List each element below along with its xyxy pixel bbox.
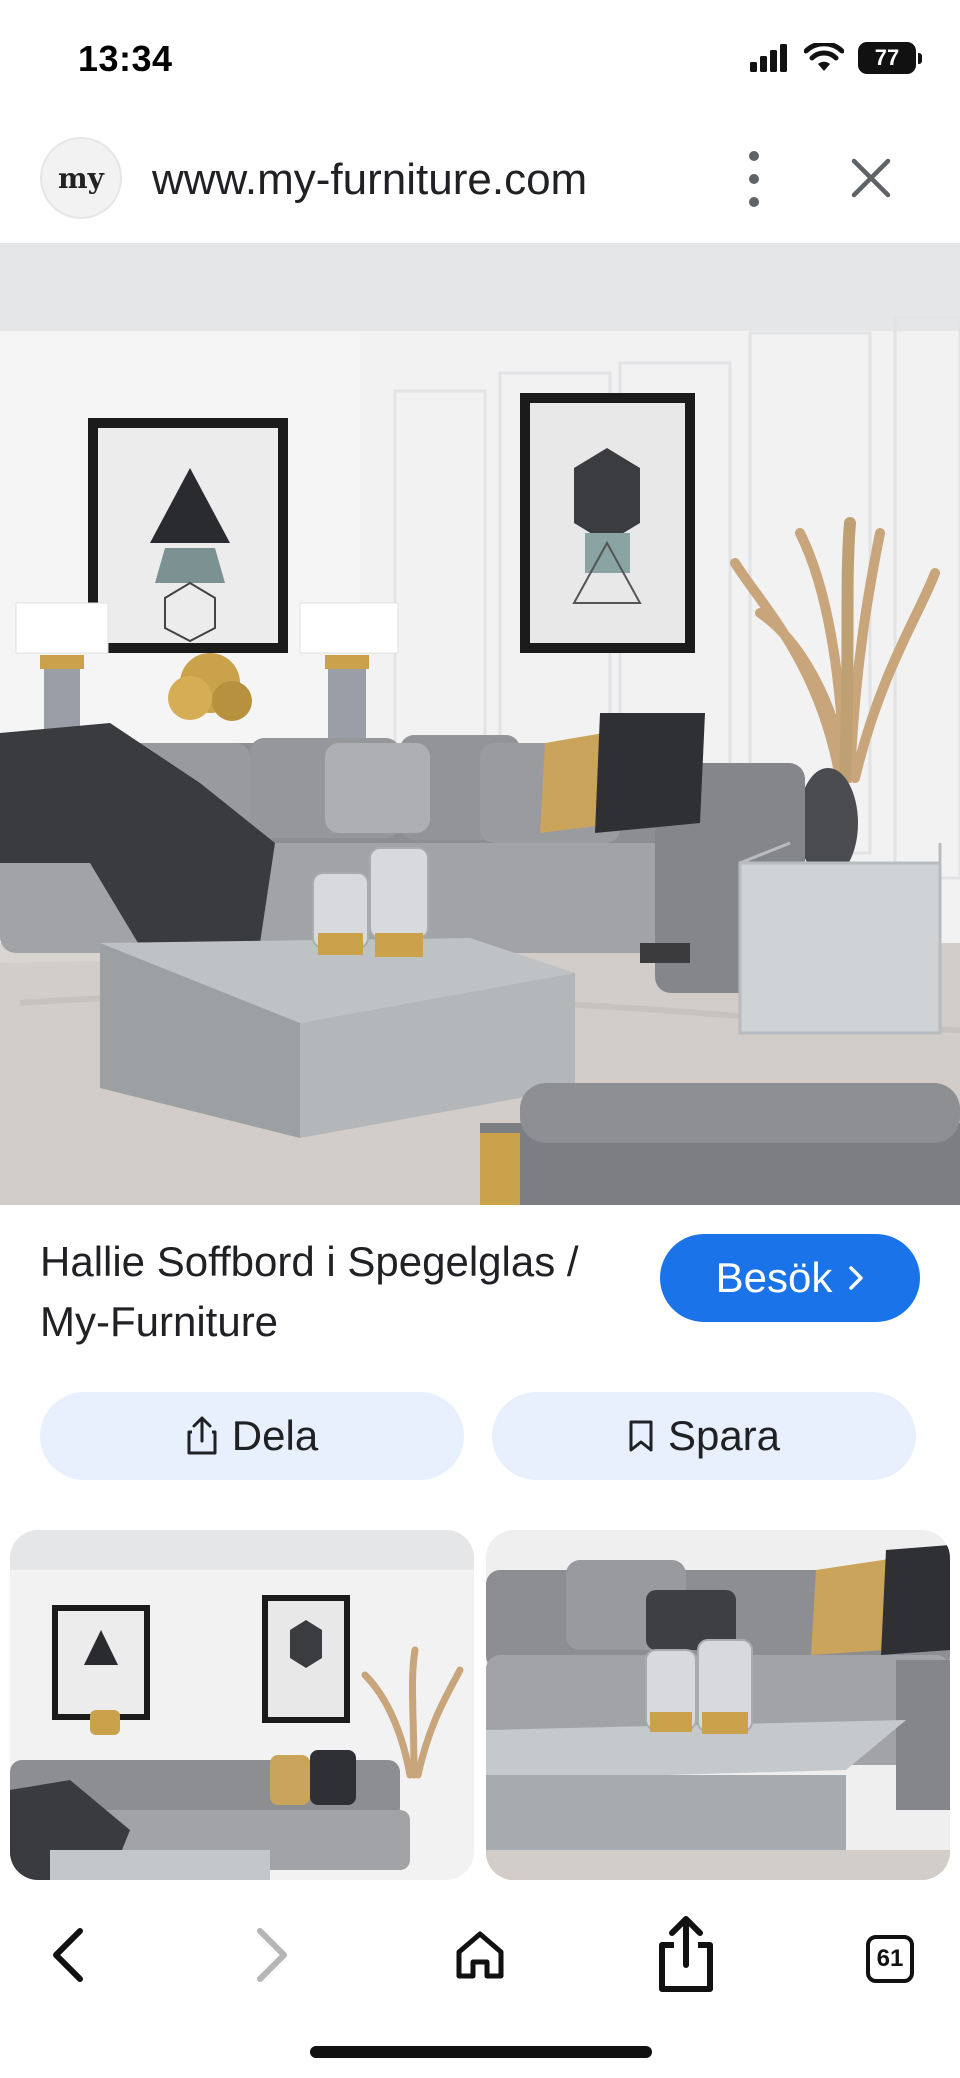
chevron-right-icon xyxy=(849,1266,864,1290)
cellular-signal-icon xyxy=(750,44,787,72)
status-bar: 13:34 77 xyxy=(0,0,960,120)
related-image-thumbnail[interactable] xyxy=(10,1530,474,1880)
status-icons: 77 xyxy=(750,42,922,74)
back-button[interactable] xyxy=(28,1915,108,1995)
forward-icon xyxy=(257,1928,287,1982)
save-label: Spara xyxy=(667,1412,781,1459)
status-time: 13:34 xyxy=(78,38,173,79)
share-page-button[interactable] xyxy=(646,1915,726,1995)
url-text[interactable]: www.my-furniture.com xyxy=(152,155,587,205)
home-icon xyxy=(456,1931,504,1979)
save-button[interactable]: Spara xyxy=(492,1392,916,1480)
visit-button[interactable]: Besök xyxy=(660,1234,920,1322)
share-button[interactable]: Dela xyxy=(40,1392,464,1480)
more-options-icon[interactable] xyxy=(742,151,766,207)
home-button[interactable] xyxy=(440,1915,520,1995)
tabs-icon[interactable]: 61 xyxy=(866,1935,914,1983)
hero-image[interactable] xyxy=(0,243,960,1205)
share-icon xyxy=(187,1416,217,1455)
forward-button[interactable] xyxy=(232,1915,312,1995)
bookmark-icon xyxy=(629,1420,653,1452)
share-icon xyxy=(659,1916,713,1992)
related-image-thumbnail[interactable] xyxy=(486,1530,950,1880)
url-bar: my www.my-furniture.com xyxy=(0,125,960,243)
visit-label: Besök xyxy=(715,1254,833,1301)
back-icon xyxy=(53,1928,83,1982)
share-label: Dela xyxy=(231,1412,319,1459)
wifi-icon xyxy=(804,43,844,71)
battery-icon: 77 xyxy=(858,42,922,74)
result-title[interactable]: Hallie Soffbord i Spegelglas / My-Furnit… xyxy=(40,1232,640,1352)
home-indicator xyxy=(310,2046,652,2058)
site-logo[interactable]: my xyxy=(40,137,122,219)
close-icon[interactable] xyxy=(848,155,894,201)
